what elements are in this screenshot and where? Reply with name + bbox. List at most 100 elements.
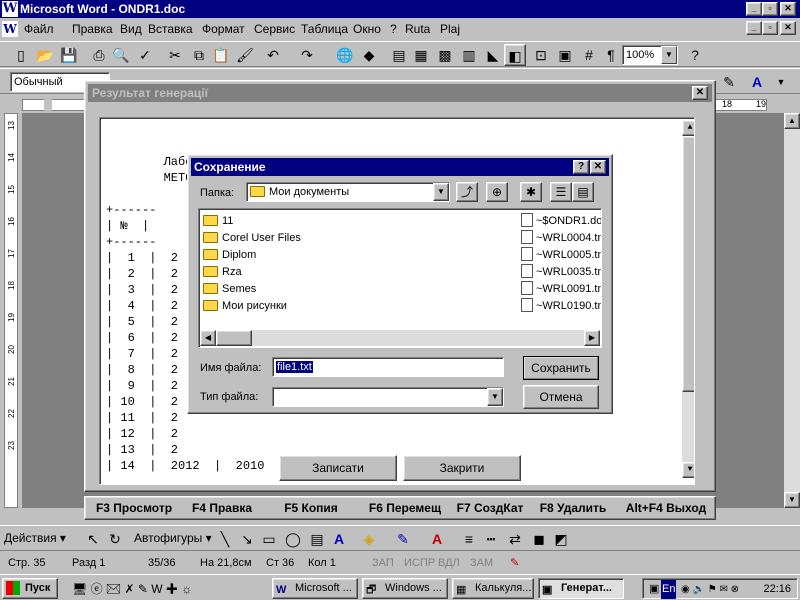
quick-launch-icons[interactable]: 🖥 ⓔ ✉ ✗ ✎ W ✚ ☼ xyxy=(72,580,192,597)
menu-ruta[interactable]: Ruta xyxy=(405,22,430,36)
filetype-combo[interactable]: ▼ xyxy=(272,387,504,407)
status-trk[interactable]: ИСПР xyxy=(404,555,435,571)
minimize-button[interactable]: _ xyxy=(746,2,762,16)
menu-table[interactable]: Таблица xyxy=(301,22,348,36)
result-scroll-up-icon[interactable]: ▲ xyxy=(682,120,694,136)
arrow-style-icon[interactable]: ⇄ xyxy=(504,528,526,550)
print-preview-icon[interactable]: 🔍 xyxy=(110,44,132,66)
task-calculator[interactable]: ▦ Калькуля... xyxy=(452,578,534,599)
list-item[interactable]: Corel User Files xyxy=(203,230,301,246)
redo-icon[interactable]: ↷ xyxy=(296,44,318,66)
document-map-icon[interactable]: ◧ xyxy=(504,44,526,66)
generation-close-icon[interactable]: ✕ xyxy=(692,86,708,100)
search-web-icon[interactable]: ⊕ xyxy=(486,182,508,202)
undo-icon[interactable]: ↶ xyxy=(262,44,284,66)
office-assistant-icon[interactable]: ? xyxy=(684,44,706,66)
altf4-exit-key[interactable]: Alt+F4 Выход xyxy=(619,499,713,519)
file-list[interactable]: 11 Corel User Files Diplom Rza Semes Мои… xyxy=(198,208,602,348)
copy-icon[interactable]: ⧉ xyxy=(188,44,210,66)
result-scroll-thumb[interactable] xyxy=(682,136,694,392)
select-objects-icon[interactable]: ↖ xyxy=(82,528,104,550)
filename-input[interactable]: file1.txt xyxy=(272,357,504,377)
list-item[interactable]: ~$ONDR1.doc xyxy=(521,213,601,229)
h-scroll-thumb[interactable] xyxy=(216,330,252,346)
folder-dropdown-icon[interactable]: ▼ xyxy=(433,183,449,201)
oval-icon[interactable]: ◯ xyxy=(282,528,304,550)
tables-borders-icon[interactable]: ▤ xyxy=(388,44,410,66)
format-painter-icon[interactable]: 🖌 xyxy=(234,44,256,66)
menu-insert[interactable]: Вставка xyxy=(148,22,193,36)
line-icon[interactable]: ╲ xyxy=(214,528,236,550)
tray-icon[interactable]: ▣ xyxy=(649,580,659,599)
status-ext[interactable]: ВДЛ xyxy=(438,555,460,571)
list-item[interactable]: ~WRL0005.tmp xyxy=(521,247,601,263)
paste-icon[interactable]: 📋 xyxy=(210,44,232,66)
doc-minimize-button[interactable]: _ xyxy=(746,21,762,35)
language-indicator[interactable]: En xyxy=(661,580,677,599)
menu-window[interactable]: Окно xyxy=(353,22,381,36)
filetype-dropdown-icon[interactable]: ▼ xyxy=(487,388,503,406)
insert-table-icon[interactable]: ▦ xyxy=(410,44,432,66)
highlight-icon[interactable]: ✎ xyxy=(718,71,740,93)
tray-status-icons[interactable]: ◉ 🔊 ⚑ ✉ ⊗ xyxy=(681,580,739,599)
list-item[interactable]: Semes xyxy=(203,281,256,297)
f7-mkdir-key[interactable]: F7 СоздКат xyxy=(445,499,535,519)
vertical-ruler[interactable]: 13 14 15 16 17 18 19 20 21 22 23 xyxy=(0,113,22,508)
menu-tools[interactable]: Сервис xyxy=(254,22,295,36)
actions-menu[interactable]: Действия ▾ xyxy=(4,531,66,545)
spelling-icon[interactable]: ✓ xyxy=(134,44,156,66)
save-button[interactable]: Сохранить xyxy=(523,356,599,380)
maximize-button[interactable]: ▫ xyxy=(762,2,778,16)
scroll-down-icon[interactable]: ▼ xyxy=(784,492,800,508)
doc-restore-button[interactable]: ▫ xyxy=(762,21,778,35)
list-item[interactable]: ~WRL0035.tmp xyxy=(521,264,601,280)
draw-font-color-icon[interactable]: A xyxy=(426,528,448,550)
cut-icon[interactable]: ✂ xyxy=(164,44,186,66)
insert-excel-icon[interactable]: ▩ xyxy=(434,44,456,66)
scroll-left-icon[interactable]: ◀ xyxy=(200,330,216,346)
doc-close-button[interactable]: ✕ xyxy=(780,21,796,35)
result-scroll-down-icon[interactable]: ▼ xyxy=(682,462,694,478)
close-generation-button[interactable]: Закрити xyxy=(403,455,521,481)
indent-marker-icon[interactable] xyxy=(44,99,52,111)
task-windows[interactable]: 🗗 Windows ... xyxy=(362,578,448,599)
zoom-combo[interactable]: 100% ▼ xyxy=(622,45,678,65)
file-list-horizontal-scrollbar[interactable]: ◀ ▶ xyxy=(200,330,600,346)
menu-view[interactable]: Вид xyxy=(120,22,142,36)
save-close-icon[interactable]: ✕ xyxy=(590,160,606,174)
f8-delete-key[interactable]: F8 Удалить xyxy=(533,499,613,519)
picture-icon[interactable]: ▣ xyxy=(554,44,576,66)
list-item[interactable]: Rza xyxy=(203,264,242,280)
textbox-icon[interactable]: ▤ xyxy=(306,528,328,550)
font-color-icon[interactable]: A xyxy=(746,71,768,93)
open-folder-icon[interactable]: 📂 xyxy=(34,44,56,66)
details-view-icon[interactable]: ▤ xyxy=(572,182,594,202)
up-one-level-icon[interactable]: ⤴ xyxy=(456,182,478,202)
f6-move-key[interactable]: F6 Перемещ xyxy=(357,499,453,519)
result-vertical-scrollbar[interactable]: ▲ ▼ xyxy=(682,120,694,478)
hyperlink-icon[interactable]: 🌐 xyxy=(334,44,356,66)
list-item[interactable]: Мои рисунки xyxy=(203,298,287,314)
menu-help[interactable]: ? xyxy=(390,22,397,36)
save-icon[interactable]: 💾 xyxy=(58,44,80,66)
dash-style-icon[interactable]: ┅ xyxy=(480,528,502,550)
web-toolbar-icon[interactable]: ◆ xyxy=(358,44,380,66)
status-ovr[interactable]: ЗАМ xyxy=(470,555,493,571)
line-style-icon[interactable]: ≡ xyxy=(458,528,480,550)
scroll-up-icon[interactable]: ▲ xyxy=(784,113,800,129)
scroll-right-icon[interactable]: ▶ xyxy=(584,330,600,346)
list-item[interactable]: ~WRL0091.tmp xyxy=(521,281,601,297)
f3-view-key[interactable]: F3 Просмотр xyxy=(89,499,179,519)
free-rotate-icon[interactable]: ↻ xyxy=(104,528,126,550)
shadow-icon[interactable]: ◼ xyxy=(528,528,550,550)
zoom-dropdown-icon[interactable]: ▼ xyxy=(661,46,677,64)
document-vertical-scrollbar[interactable]: ▲ ▼ xyxy=(784,113,800,508)
f5-copy-key[interactable]: F5 Копия xyxy=(267,499,355,519)
task-microsoft-word[interactable]: W Microsoft ... xyxy=(272,578,358,599)
menu-edit[interactable]: Правка xyxy=(72,22,113,36)
print-icon[interactable]: ⎙ xyxy=(88,44,110,66)
autoshapes-menu[interactable]: Автофигуры ▾ xyxy=(134,531,212,545)
menu-plaj[interactable]: Plaj xyxy=(440,22,460,36)
list-item[interactable]: 11 xyxy=(203,213,233,229)
list-item[interactable]: Diplom xyxy=(203,247,256,263)
